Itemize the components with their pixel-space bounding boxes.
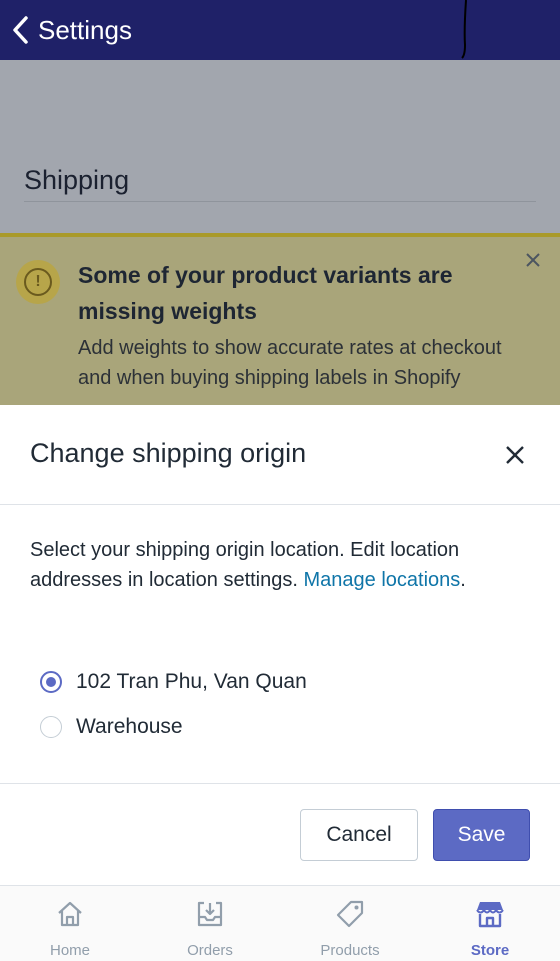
tab-label: Home (49, 942, 90, 959)
tab-label: Products (320, 942, 380, 959)
page-title: Shipping (24, 165, 130, 195)
back-label: Settings (38, 14, 132, 45)
tab-label: Orders (187, 942, 233, 959)
tab-home[interactable]: Home (0, 886, 140, 961)
banner-text: Add weights to show accurate rates at ch… (78, 337, 502, 389)
back-button[interactable]: Settings (10, 8, 132, 52)
description-end: . (460, 569, 466, 591)
divider (24, 201, 536, 202)
warning-icon: ! (16, 260, 60, 304)
sheet-header: Change shipping origin (0, 405, 560, 505)
pen-mark (461, 0, 467, 59)
radio-option-warehouse[interactable]: Warehouse (40, 710, 183, 744)
sheet-description: Select your shipping origin location. Ed… (30, 535, 535, 595)
tag-icon (336, 900, 364, 928)
tab-products[interactable]: Products (280, 886, 420, 961)
divider (0, 783, 560, 784)
orders-icon (197, 901, 223, 927)
close-icon[interactable] (520, 247, 546, 273)
radio-label: Warehouse (76, 715, 183, 738)
chevron-left-icon (13, 16, 28, 44)
radio-button[interactable] (40, 671, 62, 693)
tab-orders[interactable]: Orders (140, 886, 280, 961)
radio-option-tran-phu[interactable]: 102 Tran Phu, Van Quan (40, 665, 307, 699)
manage-locations-link[interactable]: Manage locations (304, 569, 461, 591)
store-icon (476, 902, 504, 928)
tab-bar: Home Orders Products Store (0, 885, 560, 961)
radio-button[interactable] (40, 716, 62, 738)
sheet-title: Change shipping origin (30, 438, 307, 468)
top-nav-bar: Settings (0, 0, 560, 60)
home-icon (58, 901, 82, 927)
tab-store[interactable]: Store (420, 886, 560, 961)
change-origin-sheet: Change shipping origin Select your shipp… (0, 405, 560, 885)
close-icon[interactable] (500, 440, 530, 470)
radio-label: 102 Tran Phu, Van Quan (76, 670, 307, 693)
tab-label: Store (470, 942, 510, 959)
save-button[interactable]: Save (433, 809, 530, 861)
banner-title: Some of your product variants are missin… (78, 262, 453, 324)
warning-banner: ! Some of your product variants are miss… (0, 233, 560, 405)
cancel-button[interactable]: Cancel (300, 809, 418, 861)
dimmed-background[interactable]: Shipping ! Some of your product variants… (0, 60, 560, 405)
